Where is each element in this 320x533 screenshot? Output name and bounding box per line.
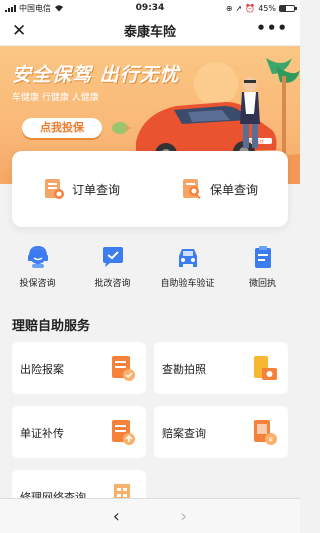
camera-doc-icon xyxy=(254,356,277,380)
banner-subtitle: 车健康 行健康 人健康 xyxy=(12,93,99,103)
clipboard-icon xyxy=(254,246,271,268)
repair-network-button[interactable]: 修理网络查询 xyxy=(12,470,146,504)
alarm-icon: ⏰ xyxy=(245,3,256,13)
claim-query-label: 赔案查询 xyxy=(162,427,206,440)
insure-consult-button[interactable]: 投保咨询 xyxy=(0,244,75,298)
insure-consult-label: 投保咨询 xyxy=(19,279,56,289)
quick-services: 投保咨询 批改咨询 自助验车验证 微回执 xyxy=(0,244,300,298)
carrier-name: 中国电信 xyxy=(19,3,51,13)
signal-icon xyxy=(5,4,16,12)
forward-icon[interactable]: › xyxy=(180,506,187,527)
receipt-button[interactable]: 微回执 xyxy=(225,244,300,298)
car-icon xyxy=(178,249,197,267)
upload-docs-label: 单证补传 xyxy=(20,427,64,440)
receipt-label: 微回执 xyxy=(248,279,276,289)
query-card: 订单查询 保单查询 xyxy=(12,151,288,227)
battery-percent: 45% xyxy=(258,3,276,13)
status-bar: 中国电信 09:34 ⊕ ➚ ⏰ 45% xyxy=(0,0,300,16)
self-inspect-button[interactable]: 自助验车验证 xyxy=(150,244,225,298)
chat-check-icon xyxy=(102,247,123,267)
buy-insurance-button[interactable]: 点我投保 xyxy=(22,118,102,138)
nav-bar: ✕ 泰康车险 ••• xyxy=(0,16,300,46)
survey-photo-button[interactable]: 查勘拍照 xyxy=(154,342,288,394)
location-icon: ⊕ xyxy=(225,3,233,13)
section-title: 理赔自助服务 xyxy=(12,319,91,334)
more-icon[interactable]: ••• xyxy=(256,19,288,37)
claim-query-button[interactable]: 赔案查询 ¥ xyxy=(154,406,288,458)
policy-query-button[interactable]: 保单查询 xyxy=(150,151,288,227)
survey-photo-label: 查勘拍照 xyxy=(162,363,206,376)
back-icon[interactable]: ‹ xyxy=(113,506,120,527)
browser-bottom-bar: ‹ › xyxy=(0,498,300,533)
navigation-icon: ➚ xyxy=(235,3,243,13)
claim-money-icon: ¥ xyxy=(254,420,277,445)
policy-search-icon xyxy=(182,179,201,199)
close-icon[interactable]: ✕ xyxy=(12,21,26,41)
report-claim-button[interactable]: 出险报案 xyxy=(12,342,146,394)
customer-service-icon xyxy=(27,245,48,268)
order-query-button[interactable]: 订单查询 xyxy=(12,151,150,227)
status-time: 09:34 xyxy=(135,3,165,13)
page-title: 泰康车险 xyxy=(123,25,176,40)
report-doc-icon xyxy=(112,356,135,381)
battery-icon xyxy=(279,4,297,12)
report-claim-label: 出险报案 xyxy=(20,363,64,376)
upload-docs-button[interactable]: 单证补传 xyxy=(12,406,146,458)
self-inspect-label: 自助验车验证 xyxy=(160,279,215,289)
wifi-icon xyxy=(55,5,63,12)
amend-consult-button[interactable]: 批改咨询 xyxy=(75,244,150,298)
amend-consult-label: 批改咨询 xyxy=(94,279,131,289)
order-doc-icon xyxy=(44,179,64,199)
order-query-label: 订单查询 xyxy=(71,182,120,197)
policy-query-label: 保单查询 xyxy=(209,182,258,197)
svg-text:¥: ¥ xyxy=(269,436,274,444)
upload-doc-icon xyxy=(112,420,135,445)
